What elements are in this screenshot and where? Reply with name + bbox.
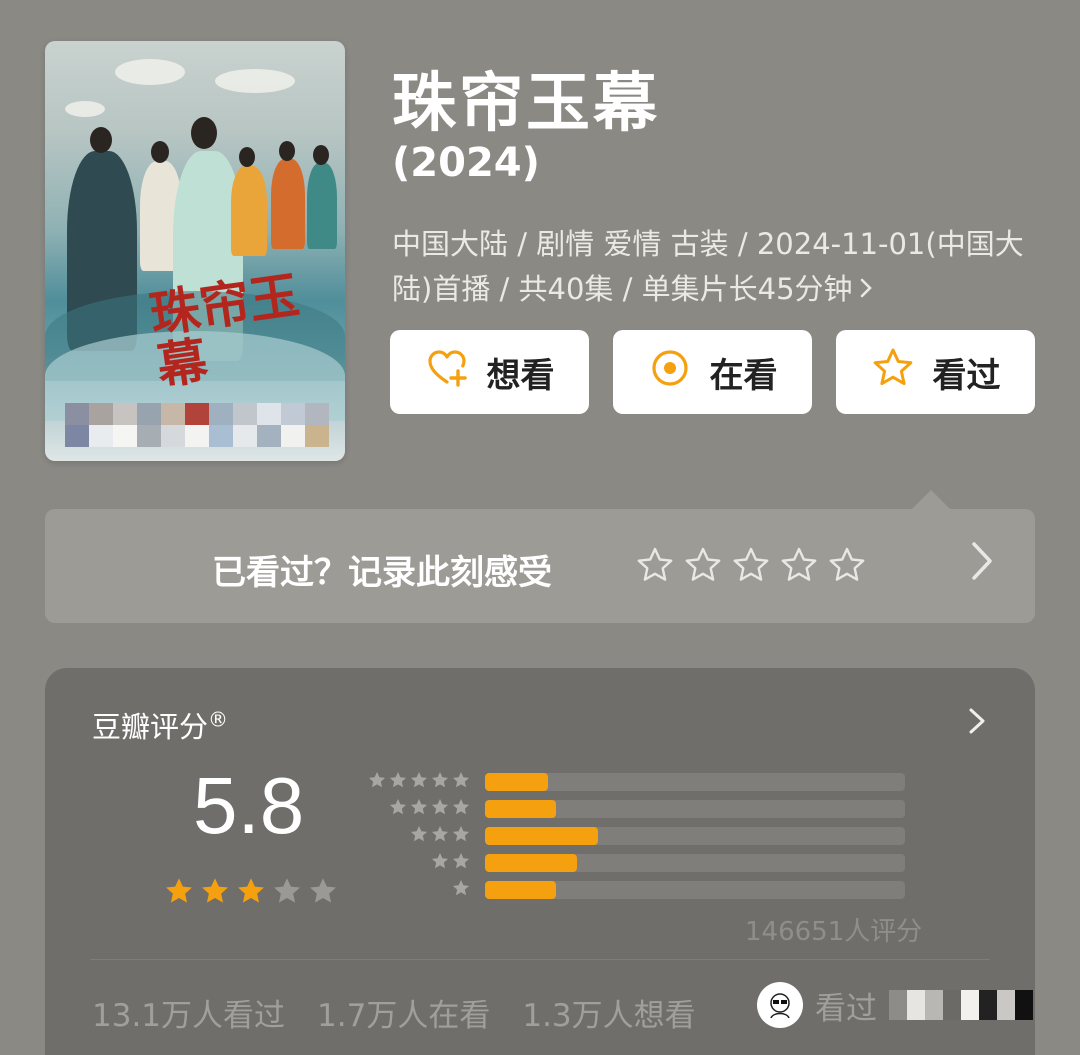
- small-star-icon: [430, 770, 450, 794]
- distribution-bar: [485, 826, 599, 845]
- watching-button[interactable]: 在看: [613, 330, 812, 414]
- distribution-bar: [485, 772, 548, 791]
- distribution-row: [375, 822, 905, 849]
- meta-info[interactable]: 中国大陆 / 剧情 爱情 古装 / 2024-11-01(中国大陆)首播 / 共…: [392, 222, 1032, 314]
- poster-mosaic: [65, 403, 329, 447]
- score-value: 5.8: [193, 761, 305, 850]
- distribution-track: [485, 853, 905, 872]
- small-star-icon: [451, 851, 471, 875]
- audience-stats: 13.1万人看过 1.7万人在看 1.3万人想看: [92, 990, 696, 1035]
- page-title: 珠帘玉幕: [392, 67, 660, 141]
- meta-text: 中国大陆 / 剧情 爱情 古装 / 2024-11-01(中国大陆)首播 / 共…: [392, 227, 1024, 306]
- star-outline-icon[interactable]: [683, 545, 723, 589]
- distribution-track: [485, 772, 905, 791]
- distribution-bar: [485, 799, 557, 818]
- douban-score-card[interactable]: 豆瓣评分® 5.8 146651人评分 13.1万人看过 1.7万人在看 1.3…: [45, 668, 1035, 1055]
- blurred-content: [889, 990, 1033, 1020]
- heart-plus-icon: [425, 346, 469, 399]
- small-star-icon: [388, 797, 408, 821]
- cloud-decoration: [115, 59, 185, 85]
- small-star-icon: [409, 824, 429, 848]
- chevron-right-icon[interactable]: [969, 539, 995, 587]
- star-outline-icon[interactable]: [635, 545, 675, 589]
- watched-count[interactable]: 13.1万人看过: [92, 990, 285, 1035]
- avatar: [757, 982, 803, 1028]
- chevron-right-icon: [859, 269, 873, 314]
- watching-button-label: 在看: [709, 355, 778, 396]
- star-empty-icon: [271, 875, 303, 911]
- small-star-icon: [451, 878, 471, 902]
- star-outline-icon[interactable]: [827, 545, 867, 589]
- poster-figure-head: [191, 117, 217, 149]
- watched-button-label: 看过: [932, 355, 1001, 396]
- release-year: (2024): [392, 140, 540, 186]
- small-star-icon: [430, 824, 450, 848]
- distribution-bar: [485, 880, 557, 899]
- rate-now-card[interactable]: 已看过？记录此刻感受: [45, 509, 1035, 623]
- distribution-row: [375, 849, 905, 876]
- star-empty-icon: [307, 875, 339, 911]
- poster-image[interactable]: 珠帘玉幕: [45, 41, 345, 461]
- target-icon: [648, 346, 692, 399]
- poster-figure: [271, 159, 305, 249]
- distribution-stars: [375, 851, 485, 875]
- small-star-icon: [430, 851, 450, 875]
- distribution-track: [485, 799, 905, 818]
- rating-count: 146651人评分: [745, 917, 923, 947]
- distribution-track: [485, 880, 905, 899]
- distribution-stars: [375, 878, 485, 902]
- want-count[interactable]: 1.3万人想看: [522, 990, 695, 1035]
- distribution-row: [375, 795, 905, 822]
- poster-figure: [231, 166, 267, 256]
- small-star-icon: [367, 770, 387, 794]
- divider: [90, 959, 990, 960]
- chevron-right-icon[interactable]: [967, 706, 987, 740]
- poster-figure-head: [279, 141, 295, 161]
- star-filled-icon: [235, 875, 267, 911]
- watched-button[interactable]: 看过: [836, 330, 1035, 414]
- rating-distribution: [368, 768, 905, 903]
- star-outline-icon[interactable]: [731, 545, 771, 589]
- small-star-icon: [451, 824, 471, 848]
- small-star-icon: [409, 770, 429, 794]
- distribution-row: [368, 768, 905, 795]
- star-outline-icon[interactable]: [779, 545, 819, 589]
- poster-figure-head: [90, 127, 112, 153]
- distribution-bar: [485, 853, 578, 872]
- want-button-label: 想看: [486, 355, 555, 396]
- poster-figure-head: [313, 145, 329, 165]
- rate-prompt-label: 已看过？记录此刻感受: [212, 553, 552, 593]
- distribution-track: [485, 826, 905, 845]
- cloud-decoration: [215, 69, 295, 93]
- card-pointer: [911, 490, 951, 510]
- distribution-stars: [375, 797, 485, 821]
- small-star-icon: [388, 770, 408, 794]
- star-filled-icon: [163, 875, 195, 911]
- score-stars: [163, 875, 339, 911]
- friend-activity[interactable]: 看过: [757, 982, 1033, 1028]
- small-star-icon: [451, 797, 471, 821]
- friend-label: 看过: [815, 990, 877, 1027]
- distribution-row: [375, 876, 905, 903]
- small-star-icon: [451, 770, 471, 794]
- watching-count[interactable]: 1.7万人在看: [317, 990, 490, 1035]
- want-button[interactable]: 想看: [390, 330, 589, 414]
- small-star-icon: [409, 797, 429, 821]
- cloud-decoration: [65, 101, 105, 117]
- star-outline-icon: [871, 346, 915, 399]
- poster-figure-head: [239, 147, 255, 167]
- small-star-icon: [430, 797, 450, 821]
- poster-figure-head: [151, 141, 169, 163]
- distribution-stars: [375, 824, 485, 848]
- star-filled-icon: [199, 875, 231, 911]
- poster-figure: [307, 163, 337, 249]
- rate-stars[interactable]: [635, 545, 867, 589]
- score-label: 豆瓣评分®: [92, 707, 229, 744]
- registered-mark: ®: [208, 707, 229, 732]
- distribution-stars: [368, 770, 485, 794]
